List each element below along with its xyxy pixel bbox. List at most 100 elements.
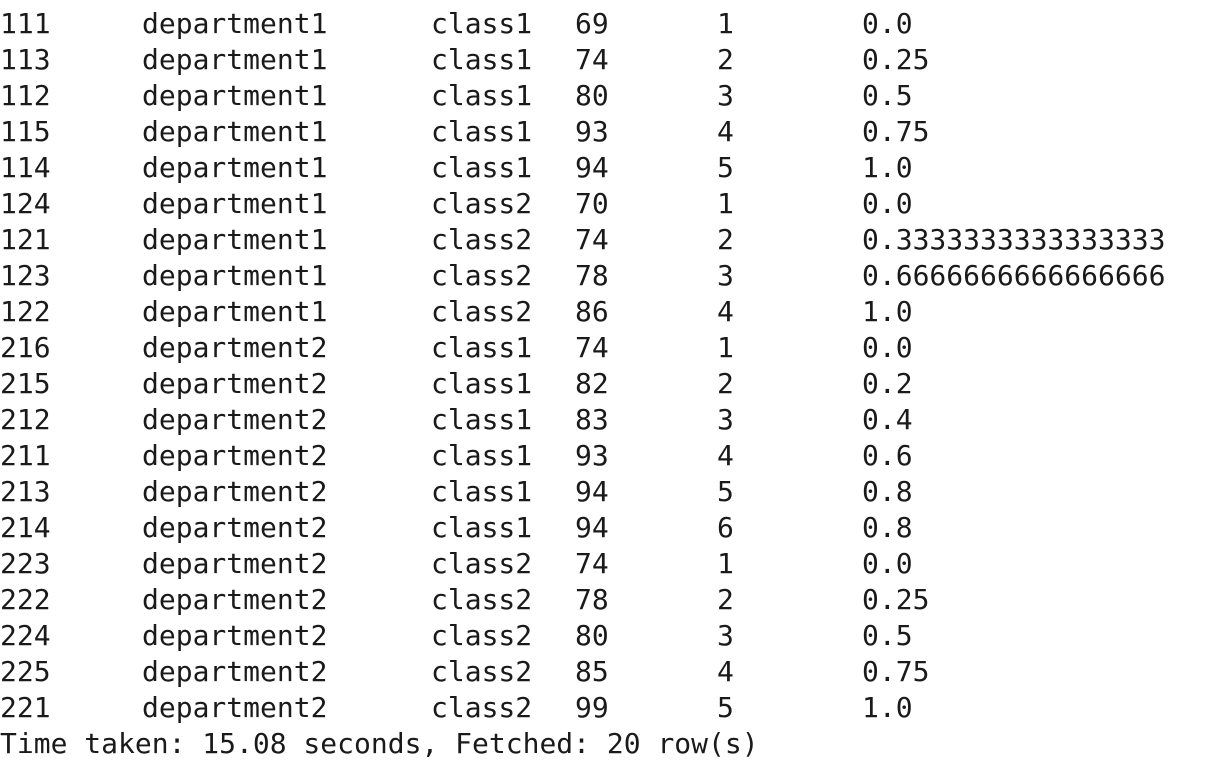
row-department: department1 — [142, 151, 328, 184]
row-percent-rank: 0.25 — [862, 583, 930, 616]
row-percent-rank: 0.5 — [862, 79, 913, 112]
row-department: department1 — [142, 7, 328, 40]
table-row: 112 department1 class1 80 3 0.5 — [0, 78, 1224, 114]
row-class: class1 — [431, 43, 533, 76]
row-percent-rank: 1.0 — [862, 151, 913, 184]
row-class: class2 — [431, 187, 533, 220]
row-class: class2 — [431, 655, 533, 688]
row-id: 225 — [0, 655, 51, 688]
row-score: 74 — [575, 223, 609, 256]
table-row: 122 department1 class2 86 4 1.0 — [0, 294, 1224, 330]
row-rank: 2 — [717, 43, 734, 76]
row-class: class2 — [431, 583, 533, 616]
row-id: 224 — [0, 619, 51, 652]
table-row: 121 department1 class2 74 2 0.333333333333333… — [0, 222, 1224, 258]
row-score: 70 — [575, 187, 609, 220]
row-department: department2 — [142, 547, 328, 580]
row-score: 74 — [575, 43, 609, 76]
row-department: department2 — [142, 655, 328, 688]
row-percent-rank: 0.75 — [862, 655, 930, 688]
row-id: 111 — [0, 7, 51, 40]
row-percent-rank: 0.6 — [862, 439, 913, 472]
table-row: 216 department2 class1 74 1 0.0 — [0, 330, 1224, 366]
row-rank: 2 — [717, 223, 734, 256]
row-id: 114 — [0, 151, 51, 184]
row-department: department2 — [142, 403, 328, 436]
row-class: class1 — [431, 511, 533, 544]
row-id: 223 — [0, 547, 51, 580]
row-id: 215 — [0, 367, 51, 400]
row-rank: 4 — [717, 655, 734, 688]
row-percent-rank: 0.0 — [862, 7, 913, 40]
row-rank: 5 — [717, 691, 734, 724]
row-score: 83 — [575, 403, 609, 436]
row-id: 212 — [0, 403, 51, 436]
row-score: 94 — [575, 151, 609, 184]
row-rank: 1 — [717, 547, 734, 580]
row-score: 93 — [575, 115, 609, 148]
terminal-output: 111 department1 class1 69 1 0.0 113 department1… — [0, 6, 1224, 762]
row-score: 85 — [575, 655, 609, 688]
row-rank: 5 — [717, 475, 734, 508]
status-line: Time taken: 15.08 seconds, Fetched: 20 r… — [0, 727, 759, 760]
table-row: 113 department1 class1 74 2 0.25 — [0, 42, 1224, 78]
row-score: 94 — [575, 511, 609, 544]
row-department: department2 — [142, 691, 328, 724]
row-percent-rank: 0.8 — [862, 511, 913, 544]
row-class: class2 — [431, 259, 533, 292]
row-rank: 4 — [717, 115, 734, 148]
row-class: class1 — [431, 79, 533, 112]
table-row: 123 department1 class2 78 3 0.666666666666666… — [0, 258, 1224, 294]
row-rank: 5 — [717, 151, 734, 184]
row-rank: 3 — [717, 79, 734, 112]
row-class: class1 — [431, 151, 533, 184]
table-row: 224 department2 class2 80 3 0.5 — [0, 618, 1224, 654]
row-id: 123 — [0, 259, 51, 292]
row-score: 78 — [575, 259, 609, 292]
row-id: 122 — [0, 295, 51, 328]
row-class: class1 — [431, 7, 533, 40]
row-class: class2 — [431, 295, 533, 328]
row-percent-rank: 0.8 — [862, 475, 913, 508]
row-rank: 2 — [717, 367, 734, 400]
row-department: department2 — [142, 475, 328, 508]
row-id: 221 — [0, 691, 51, 724]
row-score: 82 — [575, 367, 609, 400]
row-percent-rank: 1.0 — [862, 691, 913, 724]
row-id: 216 — [0, 331, 51, 364]
row-score: 93 — [575, 439, 609, 472]
row-rank: 3 — [717, 403, 734, 436]
row-class: class1 — [431, 115, 533, 148]
row-id: 214 — [0, 511, 51, 544]
table-row: 114 department1 class1 94 5 1.0 — [0, 150, 1224, 186]
table-row: 213 department2 class1 94 5 0.8 — [0, 474, 1224, 510]
table-row: 222 department2 class2 78 2 0.25 — [0, 582, 1224, 618]
row-score: 99 — [575, 691, 609, 724]
row-score: 74 — [575, 547, 609, 580]
row-percent-rank: 0.4 — [862, 403, 913, 436]
row-class: class1 — [431, 403, 533, 436]
row-class: class1 — [431, 475, 533, 508]
row-rank: 3 — [717, 619, 734, 652]
row-department: department1 — [142, 43, 328, 76]
table-row: 115 department1 class1 93 4 0.75 — [0, 114, 1224, 150]
row-department: department1 — [142, 259, 328, 292]
row-percent-rank: 0.6666666666666666 — [862, 259, 1166, 292]
row-class: class2 — [431, 223, 533, 256]
row-score: 80 — [575, 619, 609, 652]
row-department: department2 — [142, 619, 328, 652]
row-score: 86 — [575, 295, 609, 328]
table-row: 225 department2 class2 85 4 0.75 — [0, 654, 1224, 690]
row-id: 213 — [0, 475, 51, 508]
row-percent-rank: 0.2 — [862, 367, 913, 400]
table-row: 221 department2 class2 99 5 1.0 — [0, 690, 1224, 726]
row-score: 78 — [575, 583, 609, 616]
row-percent-rank: 0.0 — [862, 187, 913, 220]
row-id: 113 — [0, 43, 51, 76]
row-rank: 2 — [717, 583, 734, 616]
row-department: department2 — [142, 439, 328, 472]
row-department: department2 — [142, 331, 328, 364]
table-row: 211 department2 class1 93 4 0.6 — [0, 438, 1224, 474]
row-department: department1 — [142, 223, 328, 256]
row-score: 69 — [575, 7, 609, 40]
